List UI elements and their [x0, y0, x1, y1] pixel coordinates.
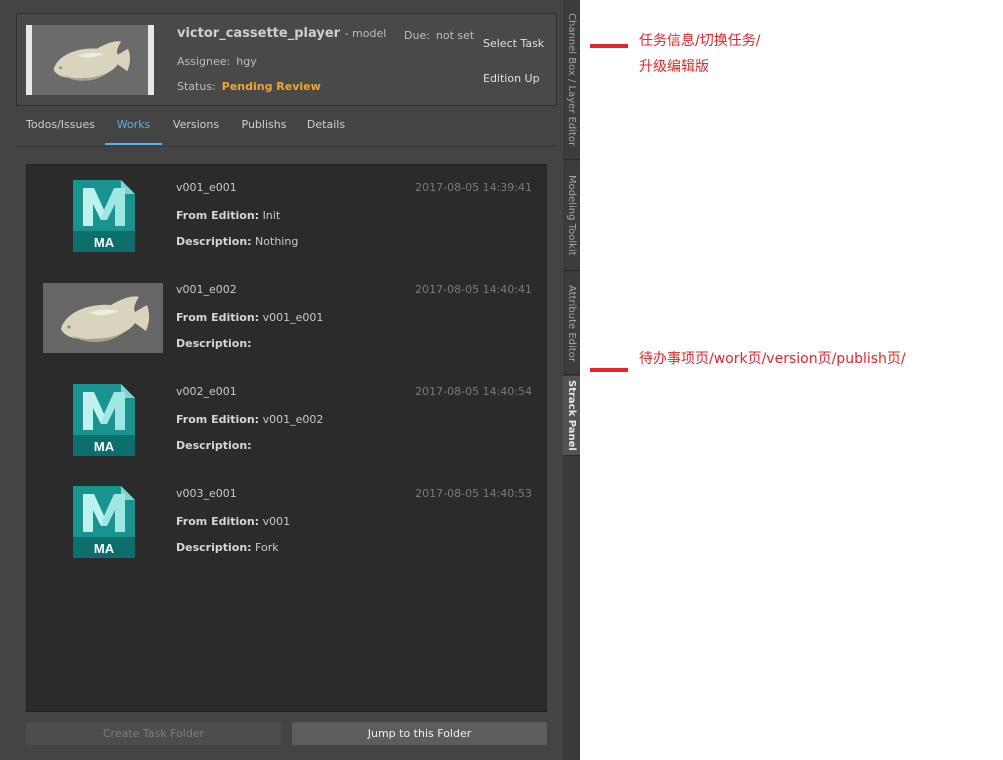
work-name: v001_e001 — [176, 181, 237, 194]
task-thumbnail — [26, 25, 154, 95]
annotation-pages: 待办事项页/work页/version页/publish页/ — [639, 351, 906, 367]
assignee-row: Assignee: hgy — [177, 55, 257, 68]
edition-up-button[interactable]: Edition Up — [483, 72, 540, 85]
status-badge: Pending Review — [221, 80, 321, 93]
fish-render-thumbnail — [43, 283, 163, 353]
work-date: 2017-08-05 14:40:53 — [415, 487, 532, 500]
tab-publishs[interactable]: Publishs — [234, 112, 294, 145]
assignee-label: Assignee: — [177, 55, 231, 68]
work-name: v003_e001 — [176, 487, 237, 500]
select-task-button[interactable]: Select Task — [483, 37, 544, 50]
create-task-folder-button[interactable]: Create Task Folder — [26, 722, 281, 745]
task-name: victor_cassette_player - model — [177, 26, 386, 41]
dock-side-tabs: Channel Box / Layer Editor Modeling Tool… — [563, 0, 580, 760]
status-label: Status: — [177, 80, 216, 93]
work-name: v002_e001 — [176, 385, 237, 398]
work-item[interactable]: MA v001_e001 2017-08-05 14:39:41 From Ed… — [27, 165, 546, 267]
side-tab-channel-box[interactable]: Channel Box / Layer Editor — [563, 0, 580, 160]
work-name: v001_e002 — [176, 283, 237, 296]
tab-versions[interactable]: Versions — [166, 112, 226, 145]
svg-text:MA: MA — [94, 439, 115, 454]
maya-ma-icon: MA — [73, 486, 135, 558]
due-label: Due: — [404, 29, 430, 42]
fish-render-icon — [38, 29, 142, 91]
side-tab-strack-panel[interactable]: Strack Panel — [563, 376, 580, 456]
task-name-text: victor_cassette_player — [177, 26, 341, 41]
assignee-value: hgy — [236, 55, 257, 68]
status-row: Status: Pending Review — [177, 80, 321, 93]
side-tab-label: Modeling Toolkit — [566, 175, 577, 256]
work-from-edition: From Edition: v001_e002 — [176, 413, 324, 426]
maya-ma-icon: MA — [73, 384, 135, 456]
works-list: MA v001_e001 2017-08-05 14:39:41 From Ed… — [26, 164, 547, 712]
due-value: not set — [435, 29, 475, 42]
side-tab-label: Attribute Editor — [566, 284, 577, 362]
task-info-card: victor_cassette_player - model Assignee:… — [16, 13, 557, 106]
work-date: 2017-08-05 14:39:41 — [415, 181, 532, 194]
jump-to-folder-button[interactable]: Jump to this Folder — [292, 722, 547, 745]
strack-panel: victor_cassette_player - model Assignee:… — [0, 0, 563, 760]
annotation-marker-pages — [590, 368, 628, 372]
work-item[interactable]: v001_e002 2017-08-05 14:40:41 From Editi… — [27, 267, 546, 369]
svg-text:MA: MA — [94, 235, 115, 250]
work-description: Description: — [176, 439, 252, 452]
task-type: - model — [344, 27, 387, 40]
side-tab-modeling-toolkit[interactable]: Modeling Toolkit — [563, 161, 580, 271]
work-from-edition: From Edition: Init — [176, 209, 281, 222]
work-from-edition: From Edition: v001 — [176, 515, 291, 528]
maya-ma-icon: MA — [73, 180, 135, 252]
tab-details[interactable]: Details — [301, 112, 351, 145]
tab-bar: Todos/Issues Works Versions Publishs Det… — [16, 112, 557, 147]
annotation-marker-task — [590, 44, 628, 48]
side-tab-label: Channel Box / Layer Editor — [566, 12, 577, 147]
tab-todos-issues[interactable]: Todos/Issues — [16, 112, 105, 145]
work-description: Description: Fork — [176, 541, 279, 554]
work-item[interactable]: MA v002_e001 2017-08-05 14:40:54 From Ed… — [27, 369, 546, 471]
tab-works[interactable]: Works — [105, 112, 162, 145]
side-tab-attribute-editor[interactable]: Attribute Editor — [563, 272, 580, 375]
work-description: Description: — [176, 337, 252, 350]
due-row: Due: not set — [404, 29, 474, 42]
work-date: 2017-08-05 14:40:41 — [415, 283, 532, 296]
work-item[interactable]: MA v003_e001 2017-08-05 14:40:53 From Ed… — [27, 471, 546, 573]
annotation-task-line2: 升级编辑版 — [639, 59, 709, 75]
work-description: Description: Nothing — [176, 235, 299, 248]
fish-render-icon — [43, 283, 163, 353]
work-from-edition: From Edition: v001_e001 — [176, 311, 324, 324]
side-tab-label: Strack Panel — [566, 380, 577, 451]
svg-text:MA: MA — [94, 541, 115, 556]
annotation-task-line1: 任务信息/切换任务/ — [639, 33, 761, 49]
work-date: 2017-08-05 14:40:54 — [415, 385, 532, 398]
